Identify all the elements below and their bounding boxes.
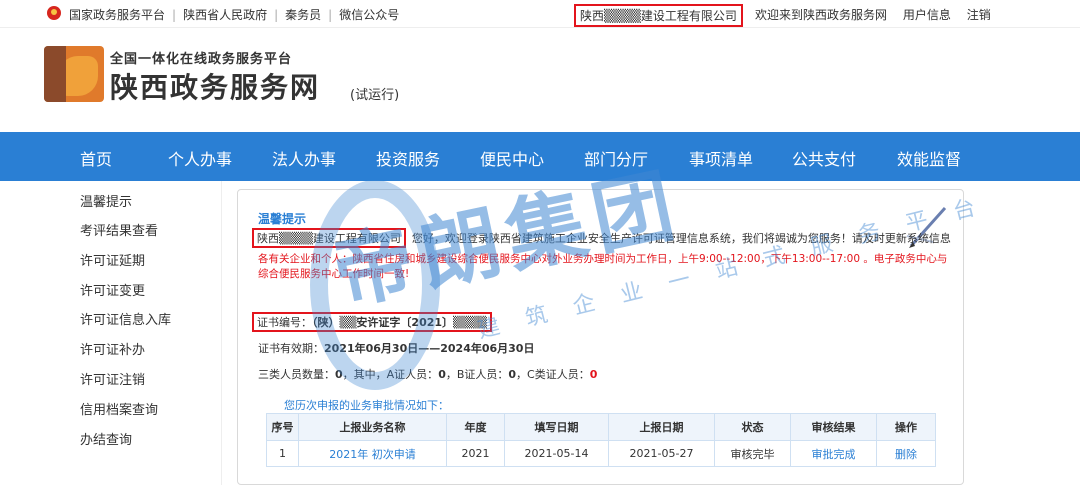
personnel-label: 三类人员数量： <box>258 368 335 381</box>
personnel-b-label: ，B证人员： <box>445 368 509 381</box>
nav-departments[interactable]: 部门分厅 <box>584 146 648 170</box>
trial-label: (试运行) <box>350 88 400 103</box>
top-company-name: 陕西▒▒▒▒建设工程有限公司 <box>574 4 743 27</box>
personnel-b-count: 0 <box>508 368 517 381</box>
top-bar: 国家政务服务平台 | 陕西省人民政府 | 秦务员 | 微信公众号 陕西▒▒▒▒建设工程有限公… <box>0 0 1080 28</box>
main-nav: 首页 个人办事 法人办事 投资服务 便民中心 部门分厅 事项清单 公共支付 效能… <box>0 132 1080 181</box>
table-row: 1 2021年 初次申请 2021 2021-05-14 2021-05-27 … <box>266 440 936 467</box>
col-header-action: 操作 <box>876 413 936 441</box>
top-link-national[interactable]: 国家政务服务平台 <box>69 8 165 22</box>
sidebar-item-reissue[interactable]: 许可证补办 <box>80 339 145 358</box>
cell-no: 1 <box>266 440 299 467</box>
main-panel: 温馨提示 陕西▒▒▒▒建设工程有限公司 您好，欢迎登录陕西省建筑施工企业安全生产许… <box>237 189 964 485</box>
cell-business-link[interactable]: 2021年 初次申请 <box>298 440 447 467</box>
sidebar-item-extend[interactable]: 许可证延期 <box>80 250 145 269</box>
site-subtitle: 全国一体化在线政务服务平台 <box>110 52 293 67</box>
sidebar-item-entry[interactable]: 许可证信息入库 <box>80 309 171 328</box>
validity-value: 2021年06月30日——2024年06月30日 <box>324 342 535 355</box>
sidebar-item-cancel[interactable]: 许可证注销 <box>80 369 145 388</box>
sidebar-item-evaluation[interactable]: 考评结果查看 <box>80 220 158 239</box>
history-caption: 您历次申报的业务审批情况如下： <box>284 399 449 412</box>
sidebar-item-completed[interactable]: 办结查询 <box>80 429 132 448</box>
site-logo-icon[interactable] <box>44 46 104 102</box>
sidebar-item-credit[interactable]: 信用档案查询 <box>80 399 158 418</box>
nav-home[interactable]: 首页 <box>80 146 112 170</box>
sidebar: 温馨提示 考评结果查看 许可证延期 许可证变更 许可证信息入库 许可证补办 许可… <box>42 181 222 485</box>
col-header-business: 上报业务名称 <box>298 413 447 441</box>
panel-heading: 温馨提示 <box>258 212 307 226</box>
col-header-status: 状态 <box>714 413 791 441</box>
nav-item-list[interactable]: 事项清单 <box>689 146 753 170</box>
cert-number-value: （陕）▒▒安许证字〔2021〕▒▒▒▒ <box>312 316 487 329</box>
nav-legal-entity[interactable]: 法人办事 <box>272 146 336 170</box>
col-header-result: 审核结果 <box>790 413 877 441</box>
site-header: 全国一体化在线政务服务平台 陕西政务服务网 (试运行) <box>0 28 1080 132</box>
greeting-text: 您好，欢迎登录陕西省建筑施工企业安全生产许可证管理信息系统，我们将竭诚为您服务！… <box>411 232 951 245</box>
col-header-fill-date: 填写日期 <box>504 413 609 441</box>
personnel-c-count: 0 <box>589 368 598 381</box>
cert-number-label: 证书编号： <box>257 316 312 329</box>
top-links: 国家政务服务平台 | 陕西省人民政府 | 秦务员 | 微信公众号 <box>69 8 400 22</box>
cert-number-box: 证书编号：（陕）▒▒安许证字〔2021〕▒▒▒▒ <box>252 312 492 332</box>
history-table: 序号 上报业务名称 年度 填写日期 上报日期 状态 审核结果 操作 1 2021… <box>266 413 936 467</box>
sidebar-item-change[interactable]: 许可证变更 <box>80 280 145 299</box>
nav-personal[interactable]: 个人办事 <box>168 146 232 170</box>
personnel-summary: 三类人员数量：0，其中，A证人员：0，B证人员：0，C类证人员：0 <box>258 366 597 382</box>
personnel-c-label: ，C类证人员： <box>516 368 590 381</box>
national-emblem-icon <box>47 6 61 20</box>
nav-convenience[interactable]: 便民中心 <box>480 146 544 170</box>
validity-label: 证书有效期： <box>258 342 324 355</box>
cell-year: 2021 <box>446 440 505 467</box>
delete-link[interactable]: 删除 <box>876 440 936 467</box>
sidebar-item-tips[interactable]: 温馨提示 <box>80 191 132 210</box>
personnel-a-count: 0 <box>438 368 446 381</box>
logout-link[interactable]: 注销 <box>967 8 991 22</box>
site-title[interactable]: 陕西政务服务网 <box>110 66 320 106</box>
personnel-a-label: ，其中，A证人员： <box>342 368 439 381</box>
top-link-provincial[interactable]: 陕西省人民政府 <box>183 8 267 22</box>
cell-result-link[interactable]: 审批完成 <box>790 440 877 467</box>
user-info-link[interactable]: 用户信息 <box>903 8 951 22</box>
col-header-no: 序号 <box>266 413 299 441</box>
top-link-wechat[interactable]: 微信公众号 <box>339 8 399 22</box>
cell-status: 审核完毕 <box>714 440 791 467</box>
nav-payment[interactable]: 公共支付 <box>792 146 856 170</box>
col-header-report-date: 上报日期 <box>608 413 715 441</box>
col-header-year: 年度 <box>446 413 505 441</box>
cell-fill-date: 2021-05-14 <box>504 440 609 467</box>
notice-text: 各有关企业和个人：陕西省住房和城乡建设综合便民服务中心对外业务办理时间为工作日，… <box>258 253 948 280</box>
nav-supervision[interactable]: 效能监督 <box>897 146 961 170</box>
cell-report-date: 2021-05-27 <box>608 440 715 467</box>
personnel-total: 0 <box>335 368 343 381</box>
top-link-qinwuyuan[interactable]: 秦务员 <box>285 8 321 22</box>
welcome-text: 欢迎来到陕西政务服务网 <box>755 8 888 22</box>
table-header-row: 序号 上报业务名称 年度 填写日期 上报日期 状态 审核结果 操作 <box>266 413 936 441</box>
panel-company-name: 陕西▒▒▒▒建设工程有限公司 <box>252 228 406 248</box>
nav-investment[interactable]: 投资服务 <box>376 146 440 170</box>
